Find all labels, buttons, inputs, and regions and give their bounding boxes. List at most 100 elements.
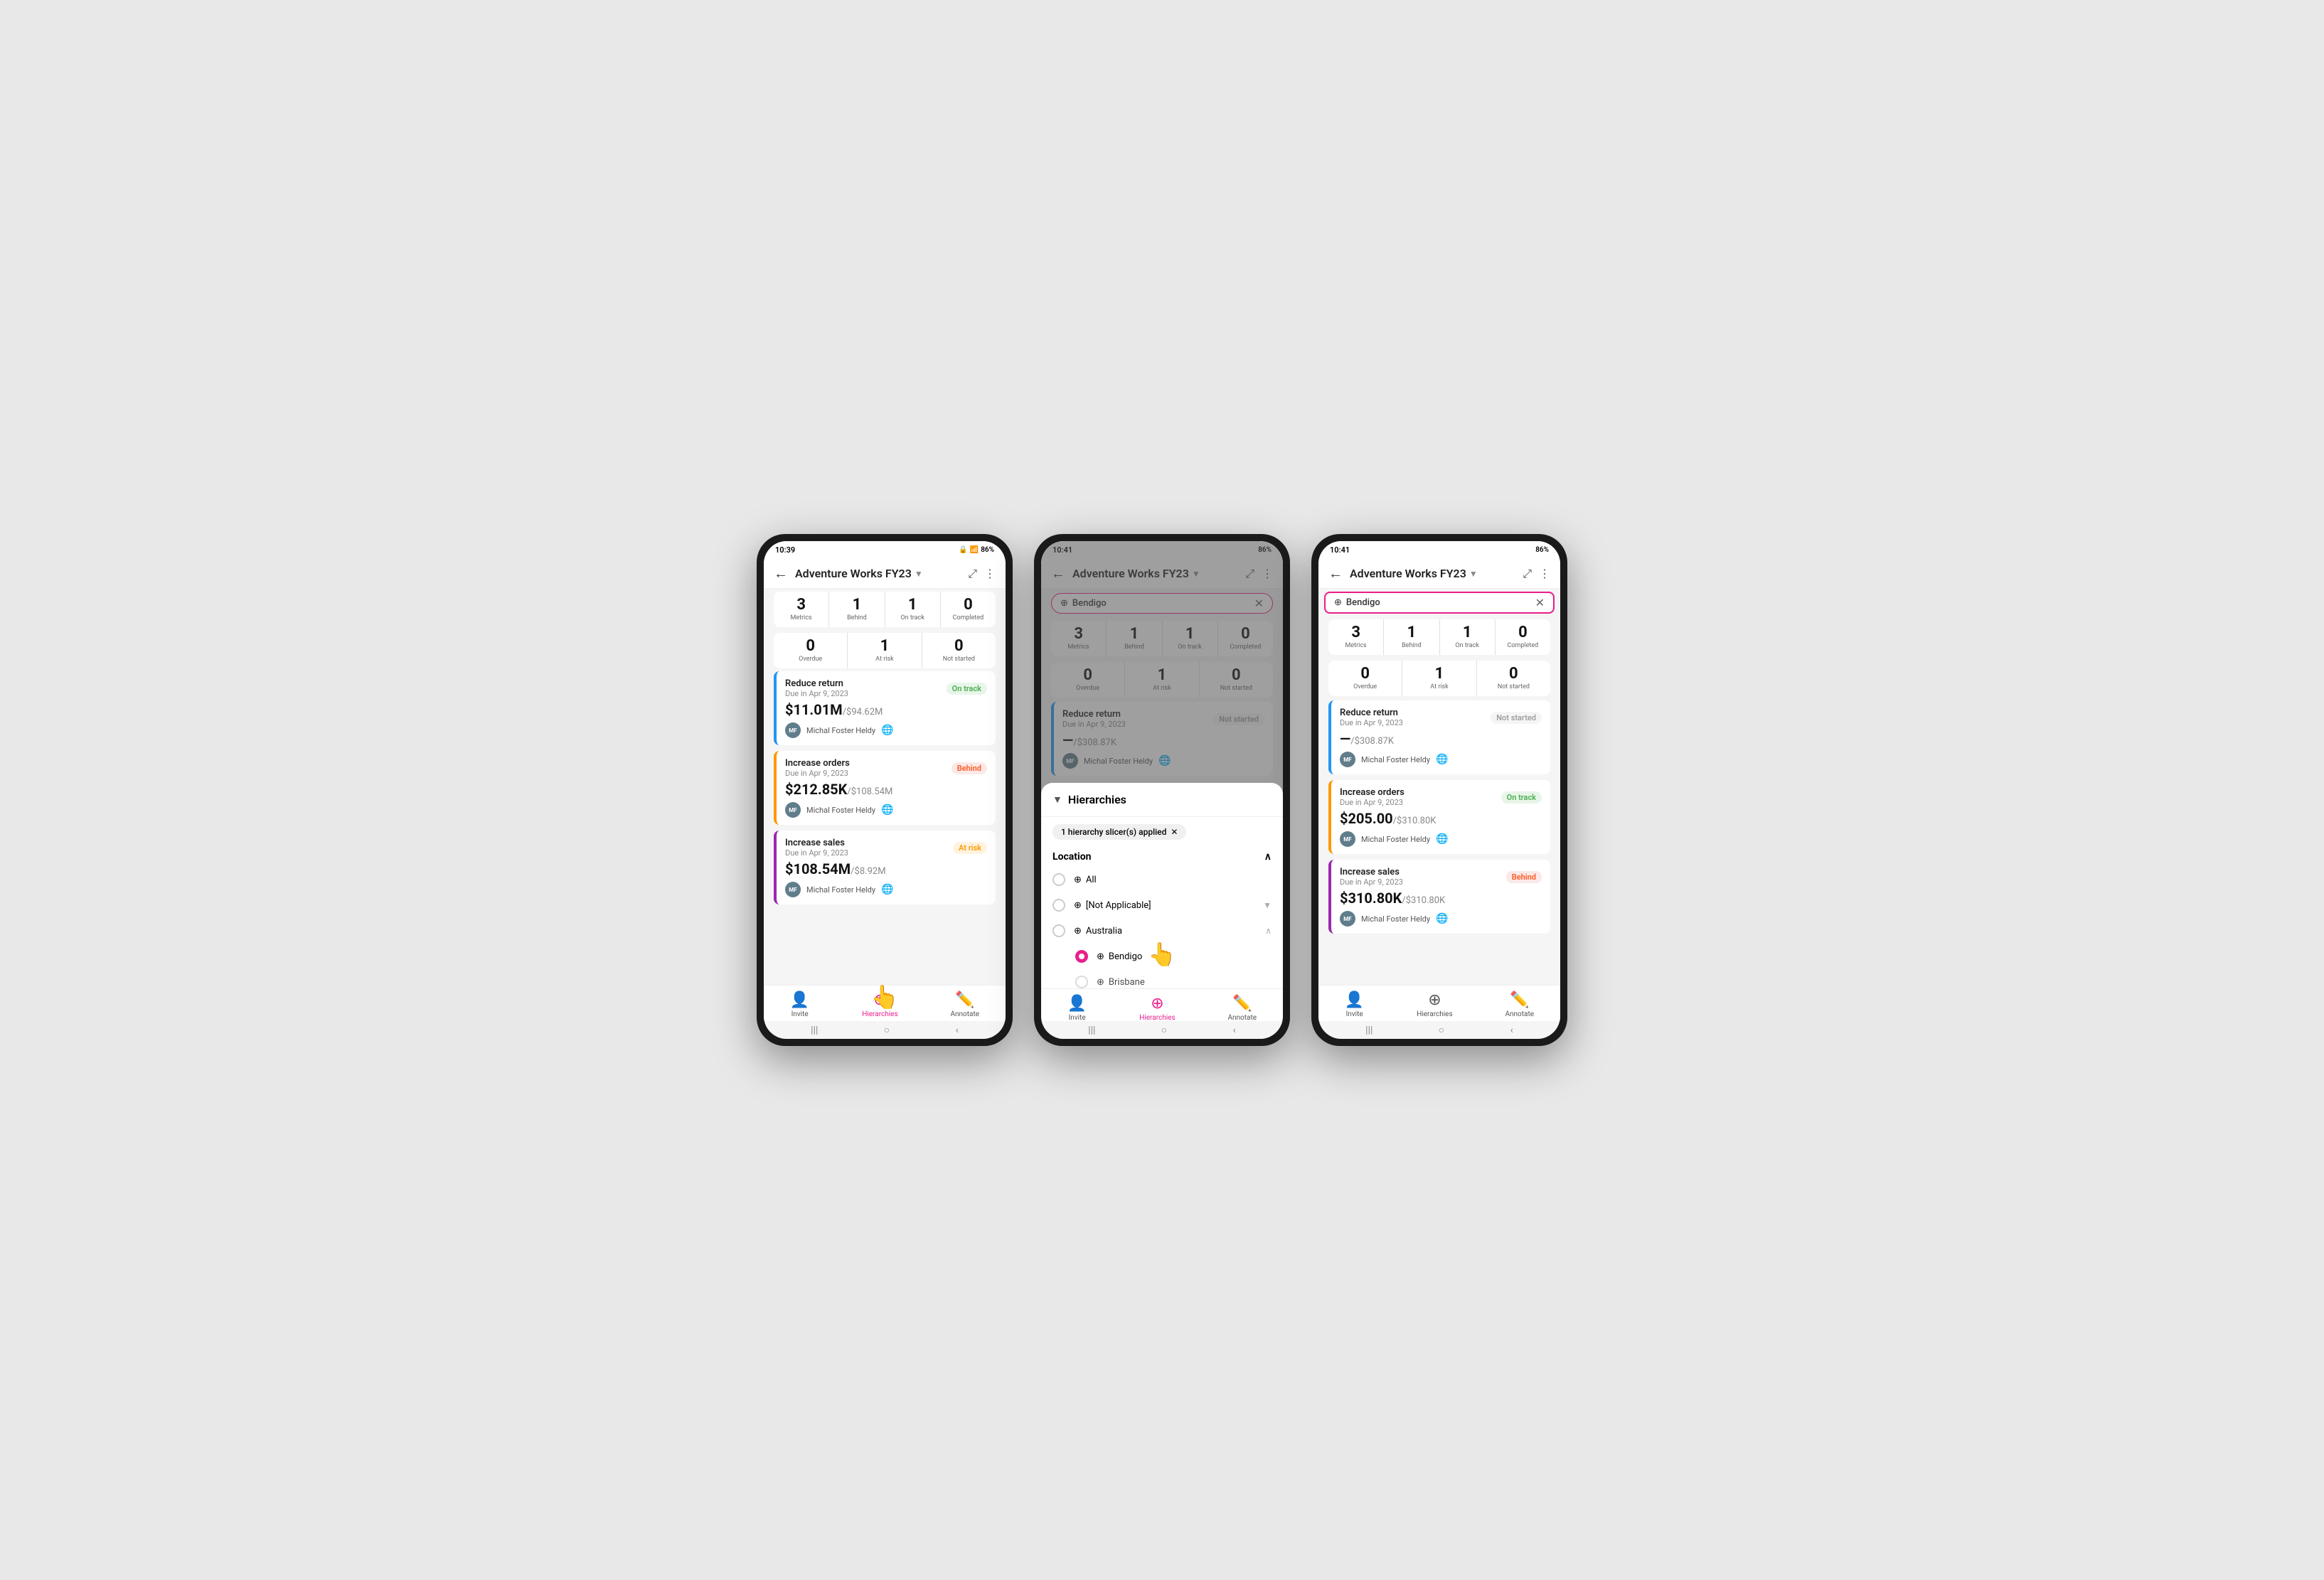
kpi-value-3a: —/$308.87K <box>1340 730 1542 747</box>
nav-hierarchies-3[interactable]: ⊕ Hierarchies <box>1417 991 1452 1018</box>
hier-icon-brisbane-2: ⊕ <box>1097 977 1104 988</box>
owner-icon-1a: 🌐 <box>881 725 893 736</box>
kpi-increase-sales-3[interactable]: Increase sales Due in Apr 9, 2023 Behind… <box>1328 860 1550 934</box>
dropdown-chevron-3[interactable]: ▼ <box>1469 569 1478 579</box>
status-icons-1: 🔒 📶 86% <box>959 546 994 554</box>
home-back-3: ‹ <box>1510 1025 1513 1036</box>
kpi-increase-sales-1[interactable]: Increase sales Due in Apr 9, 2023 At ris… <box>774 831 996 904</box>
slicer-close-2[interactable]: ✕ <box>1171 827 1178 837</box>
home-lines-1: ||| <box>811 1025 818 1036</box>
nav-invite-2[interactable]: 👤 Invite <box>1067 995 1087 1022</box>
hierarchy-panel-2: ▼ Hierarchies 1 hierarchy slicer(s) appl… <box>1041 783 1283 1002</box>
kpi-title-3b: Increase orders <box>1340 787 1404 798</box>
radio-au-2[interactable] <box>1052 924 1065 937</box>
kpi-due-3a: Due in Apr 9, 2023 <box>1340 718 1403 727</box>
radio-all-2[interactable] <box>1052 873 1065 886</box>
kpi-due-1c: Due in Apr 9, 2023 <box>785 848 848 858</box>
home-lines-3: ||| <box>1365 1025 1372 1036</box>
hier-label-na-2: ⊕ [Not Applicable] <box>1074 900 1254 911</box>
filter-label-3: ⊕ Bendigo <box>1334 597 1380 608</box>
expand-na-2[interactable]: ▼ <box>1263 900 1272 910</box>
location-collapse-2[interactable]: ∧ <box>1264 851 1272 863</box>
kpi-value-1a: $11.01M/$94.62M <box>785 701 987 718</box>
app-header-1: ← Adventure Works FY23 ▼ ⤢ ⋮ <box>764 559 1006 589</box>
phone-1: 10:39 🔒 📶 86% ← Adventure Works FY23 ▼ ⤢… <box>757 534 1013 1046</box>
battery-3: 86% <box>1535 546 1549 554</box>
home-circle-1: ○ <box>884 1024 890 1036</box>
nav-annotate-3[interactable]: ✏️ Annotate <box>1505 991 1534 1018</box>
metric-overdue-1: 0 Overdue <box>774 633 847 668</box>
radio-brisbane-2[interactable] <box>1075 976 1088 988</box>
home-back-2: ‹ <box>1233 1025 1236 1036</box>
avatar-3b: MF <box>1340 831 1355 847</box>
status-bar-1: 10:39 🔒 📶 86% <box>764 541 1006 559</box>
home-lines-2: ||| <box>1088 1025 1095 1036</box>
metric-atrisk-3: 1 At risk <box>1402 661 1476 696</box>
nav-annotate-1[interactable]: ✏️ Annotate <box>950 991 979 1018</box>
invite-icon-2: 👤 <box>1067 995 1087 1013</box>
owner-3a: Michal Foster Heldy <box>1361 755 1430 764</box>
expand-au-2[interactable]: ∧ <box>1265 926 1272 936</box>
kpi-increase-orders-3[interactable]: Increase orders Due in Apr 9, 2023 On tr… <box>1328 780 1550 854</box>
kpi-title-3a: Reduce return <box>1340 708 1403 718</box>
radio-na-2[interactable] <box>1052 899 1065 912</box>
nav-invite-3[interactable]: 👤 Invite <box>1345 991 1364 1018</box>
hier-icon-all-2: ⊕ <box>1074 875 1082 885</box>
owner-3c: Michal Foster Heldy <box>1361 914 1430 924</box>
app-title-3: Adventure Works FY23 ▼ <box>1350 567 1515 580</box>
nav-annotate-label-1: Annotate <box>950 1010 979 1018</box>
home-circle-3: ○ <box>1439 1024 1444 1036</box>
back-button-1[interactable]: ← <box>774 565 788 582</box>
kpi-increase-orders-1[interactable]: Increase orders Due in Apr 9, 2023 Behin… <box>774 751 996 825</box>
hier-option-all-2[interactable]: ⊕ All <box>1041 867 1283 892</box>
hier-label-bendigo-2: ⊕ Bendigo <box>1097 951 1272 962</box>
avatar-1c: MF <box>785 882 801 897</box>
hier-option-na-2[interactable]: ⊕ [Not Applicable] ▼ <box>1041 892 1283 918</box>
more-icon-1[interactable]: ⋮ <box>984 567 996 580</box>
home-indicator-3: ||| ○ ‹ <box>1318 1021 1560 1039</box>
status-badge-1b: Behind <box>952 762 987 774</box>
home-circle-2: ○ <box>1161 1024 1167 1036</box>
kpi-list-3: Reduce return Due in Apr 9, 2023 Not sta… <box>1318 700 1560 985</box>
metric-metrics-3: 3 Metrics <box>1328 619 1383 655</box>
nav-invite-label-3: Invite <box>1346 1010 1363 1018</box>
back-button-3[interactable]: ← <box>1328 565 1343 582</box>
phones-container: 10:39 🔒 📶 86% ← Adventure Works FY23 ▼ ⤢… <box>757 534 1567 1046</box>
phone-3: 10:41 86% ← Adventure Works FY23 ▼ ⤢ ⋮ <box>1311 534 1567 1046</box>
location-label-2: Location <box>1052 851 1091 863</box>
phone-2-screen: 10:41 86% ← Adventure Works FY23 ▼ ⤢ ⋮ ⊕ <box>1041 541 1283 1039</box>
hier-label-all-2: ⊕ All <box>1074 875 1272 885</box>
kpi-reduce-return-1[interactable]: Reduce return Due in Apr 9, 2023 On trac… <box>774 671 996 745</box>
hier-icon-nav-2: ⊕ <box>1151 995 1163 1013</box>
metrics-grid-3b: 0 Overdue 1 At risk 0 Not started <box>1328 661 1550 696</box>
more-icon-3[interactable]: ⋮ <box>1539 567 1550 580</box>
nav-annotate-2[interactable]: ✏️ Annotate <box>1227 995 1257 1022</box>
bottom-nav-2: 👤 Invite ⊕ Hierarchies ✏️ Annotate <box>1041 988 1283 1025</box>
kpi-due-1a: Due in Apr 9, 2023 <box>785 689 848 698</box>
kpi-title-1c: Increase sales <box>785 838 848 848</box>
filter-close-3[interactable]: ✕ <box>1535 596 1545 609</box>
status-badge-3b: On track <box>1501 791 1542 804</box>
avatar-1a: MF <box>785 722 801 738</box>
hier-option-au-2[interactable]: ⊕ Australia ∧ <box>1041 918 1283 944</box>
nav-hierarchies-2[interactable]: ⊕ Hierarchies <box>1139 995 1175 1022</box>
dropdown-chevron-1[interactable]: ▼ <box>915 569 923 579</box>
expand-icon-3[interactable]: ⤢ <box>1523 567 1532 581</box>
owner-icon-3a: 🌐 <box>1436 754 1448 765</box>
metrics-grid-3: 3 Metrics 1 Behind 1 On track 0 Complete… <box>1328 619 1550 655</box>
kpi-reduce-return-3[interactable]: Reduce return Due in Apr 9, 2023 Not sta… <box>1328 700 1550 774</box>
kpi-value-1b: $212.85K/$108.54M <box>785 781 987 798</box>
metric-behind-1: 1 Behind <box>829 592 884 627</box>
battery-1: 86% <box>981 546 994 554</box>
nav-invite-1[interactable]: 👤 Invite <box>790 991 809 1018</box>
filter-badge-wrapper-3: ⊕ Bendigo ✕ <box>1324 592 1555 614</box>
kpi-due-3b: Due in Apr 9, 2023 <box>1340 798 1404 807</box>
phone-2: 10:41 86% ← Adventure Works FY23 ▼ ⤢ ⋮ ⊕ <box>1034 534 1290 1046</box>
status-icons-3: 86% <box>1535 546 1549 554</box>
status-bar-3: 10:41 86% <box>1318 541 1560 559</box>
radio-dot-bendigo-2 <box>1079 954 1084 959</box>
radio-bendigo-2[interactable] <box>1075 950 1088 963</box>
expand-icon-1[interactable]: ⤢ <box>968 567 977 581</box>
nav-hierarchies-1[interactable]: ⊕ Hierarchies 👆 <box>862 991 897 1018</box>
kpi-title-1b: Increase orders <box>785 758 850 769</box>
